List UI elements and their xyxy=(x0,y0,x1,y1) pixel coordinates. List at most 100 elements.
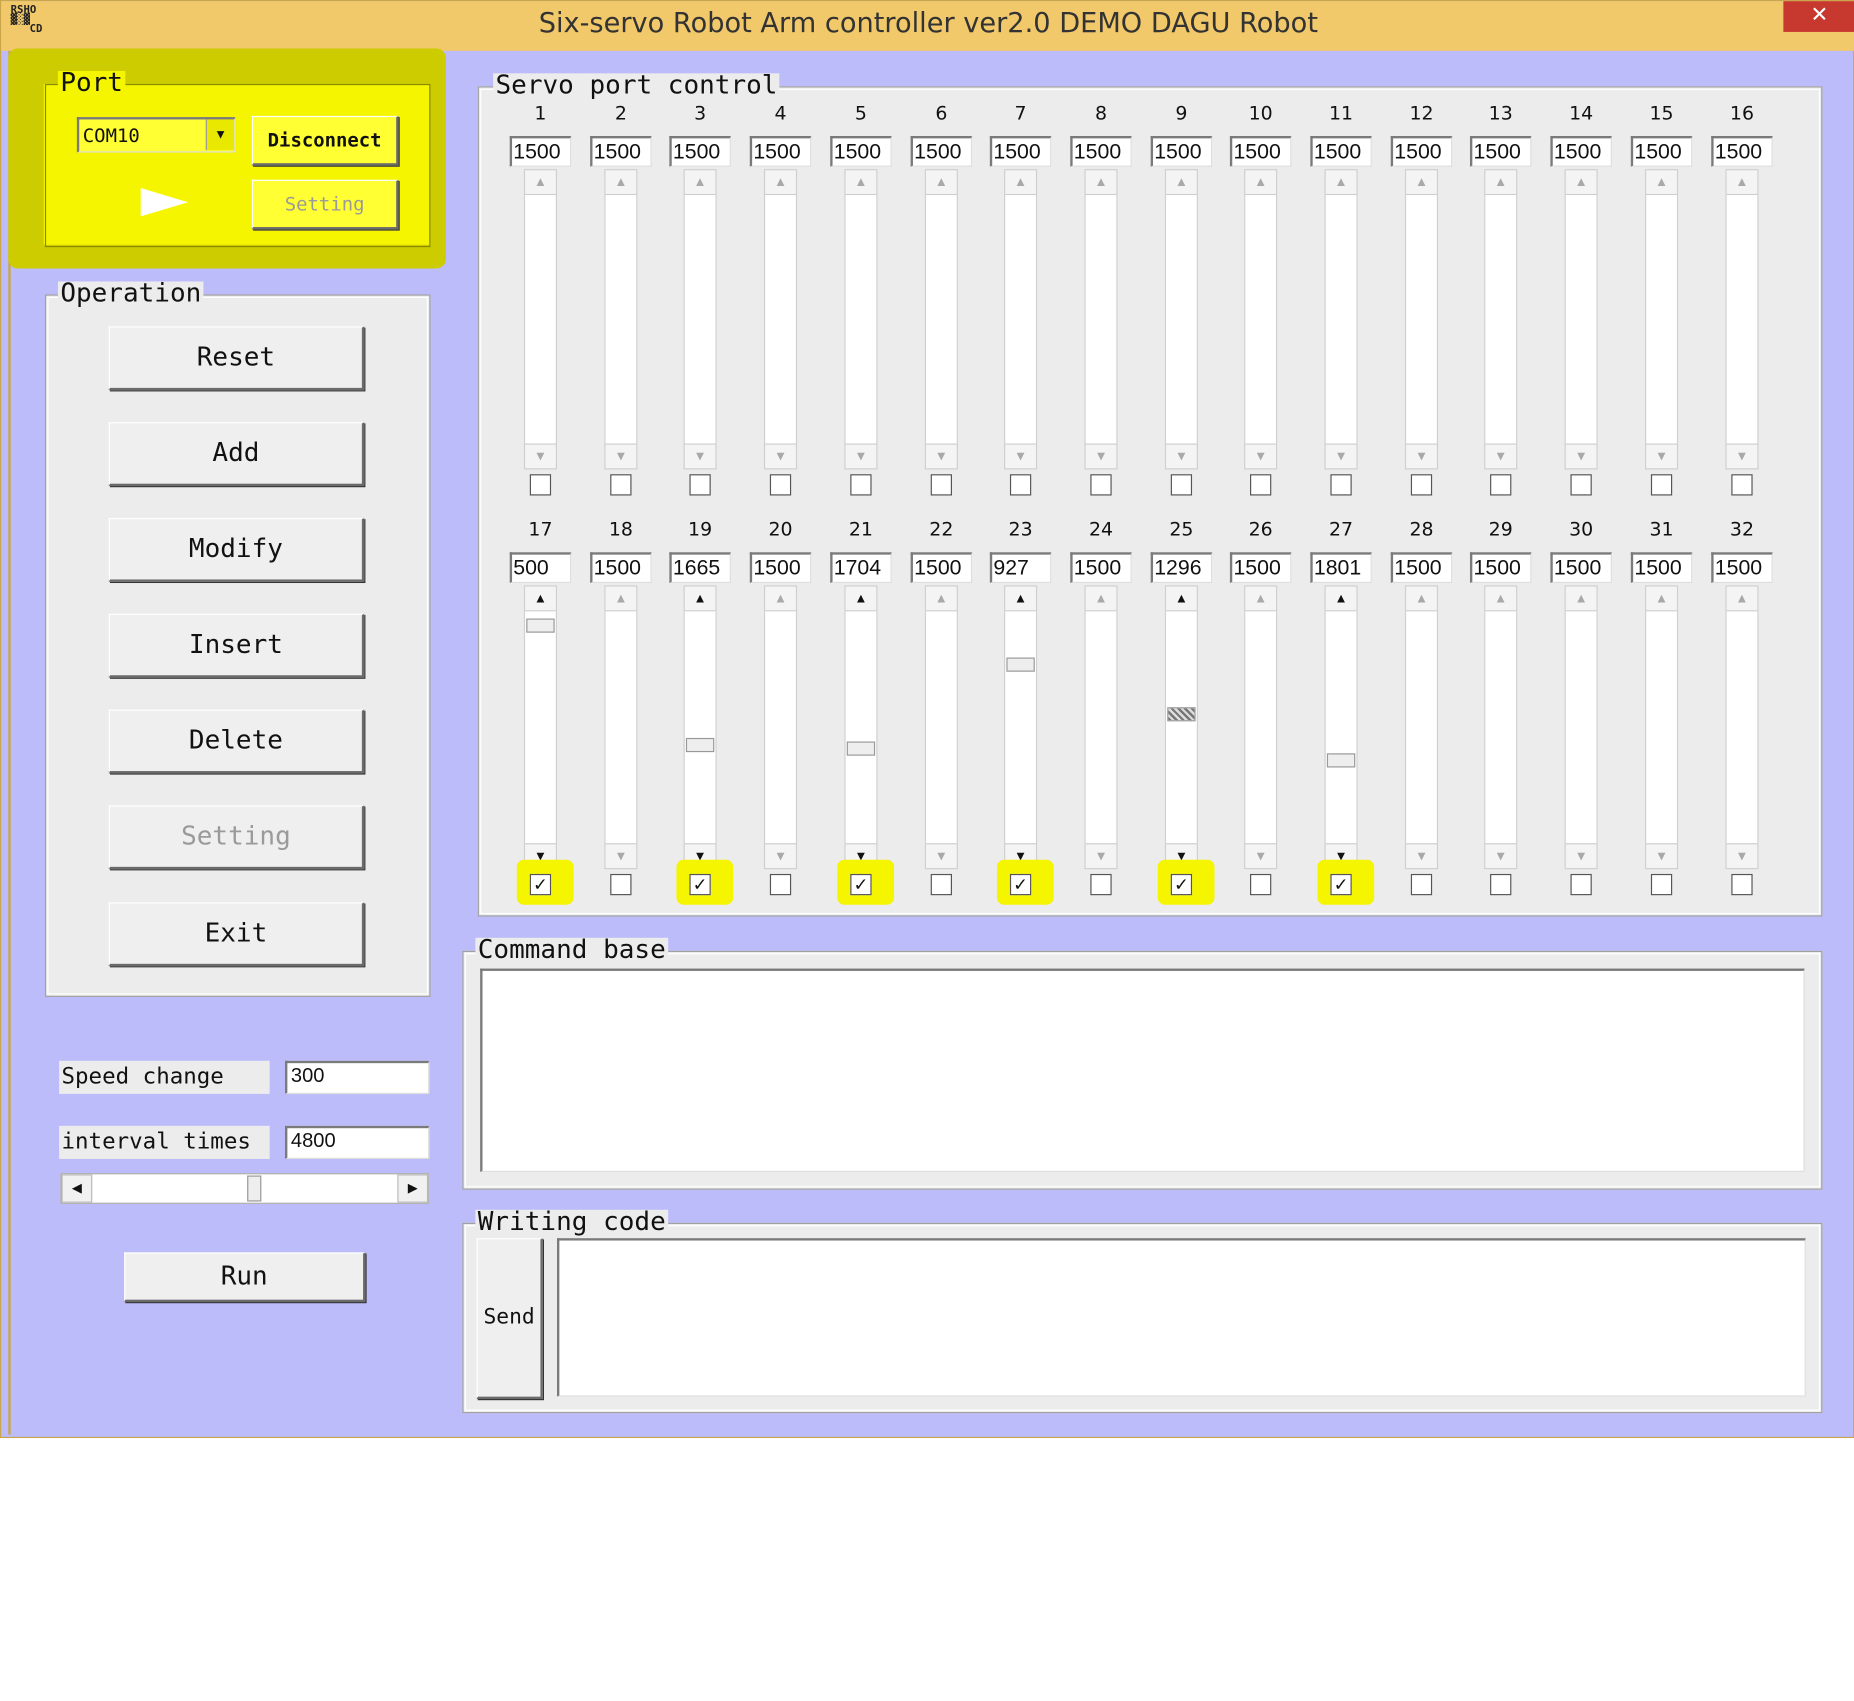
slider-track[interactable] xyxy=(1484,195,1518,444)
servo-enable-checkbox-8[interactable] xyxy=(1090,474,1112,496)
slider-track[interactable] xyxy=(1084,611,1118,844)
servo-enable-checkbox-21[interactable]: ✓ xyxy=(850,873,872,896)
slider-up-arrow-icon[interactable]: ▲ xyxy=(1004,585,1038,612)
servo-slider-1[interactable]: ▲ ▼ xyxy=(523,169,558,470)
slider-thumb[interactable] xyxy=(247,1175,262,1202)
servo-value-input-13[interactable]: 1500 xyxy=(1469,135,1532,167)
slider-track[interactable] xyxy=(1484,611,1518,844)
servo-enable-checkbox-10[interactable] xyxy=(1250,474,1272,496)
slider-track[interactable] xyxy=(1324,195,1358,444)
servo-slider-17[interactable]: ▲ ▼ xyxy=(523,585,558,870)
servo-value-input-1[interactable]: 1500 xyxy=(509,135,572,167)
servo-slider-3[interactable]: ▲ ▼ xyxy=(683,169,717,470)
exit-button[interactable]: Exit xyxy=(108,902,365,967)
servo-enable-checkbox-23[interactable]: ✓ xyxy=(1009,873,1032,896)
servo-value-input-12[interactable]: 1500 xyxy=(1390,135,1453,167)
slider-down-arrow-icon[interactable]: ▼ xyxy=(763,843,798,870)
slider-up-arrow-icon[interactable]: ▲ xyxy=(763,585,798,612)
slider-track[interactable] xyxy=(604,195,638,444)
slider-track[interactable] xyxy=(683,195,717,444)
slider-up-arrow-icon[interactable]: ▲ xyxy=(683,169,717,196)
servo-slider-25[interactable]: ▲ ▼ xyxy=(1164,585,1198,870)
servo-enable-checkbox-30[interactable] xyxy=(1570,873,1592,896)
slider-down-arrow-icon[interactable]: ▼ xyxy=(1244,843,1278,870)
slider-track[interactable] xyxy=(1564,195,1598,444)
com-port-select[interactable]: COM10 ▼ xyxy=(76,117,236,153)
close-button[interactable]: ✕ xyxy=(1783,1,1854,32)
operation-setting-button[interactable]: Setting xyxy=(108,805,365,870)
servo-slider-20[interactable]: ▲ ▼ xyxy=(763,585,798,870)
servo-enable-checkbox-26[interactable] xyxy=(1250,873,1272,896)
servo-value-input-30[interactable]: 1500 xyxy=(1550,552,1612,584)
servo-enable-checkbox-6[interactable] xyxy=(930,474,952,496)
slider-track[interactable] xyxy=(1644,195,1679,444)
servo-enable-checkbox-13[interactable] xyxy=(1490,474,1512,496)
servo-enable-checkbox-9[interactable] xyxy=(1170,474,1193,496)
servo-value-input-32[interactable]: 1500 xyxy=(1711,552,1773,584)
servo-slider-7[interactable]: ▲ ▼ xyxy=(1004,169,1038,470)
servo-slider-12[interactable]: ▲ ▼ xyxy=(1404,169,1439,470)
servo-slider-9[interactable]: ▲ ▼ xyxy=(1164,169,1198,470)
chevron-down-icon[interactable]: ▼ xyxy=(205,119,235,151)
servo-value-input-11[interactable]: 1500 xyxy=(1310,135,1372,167)
servo-enable-checkbox-11[interactable] xyxy=(1330,474,1352,496)
slider-up-arrow-icon[interactable]: ▲ xyxy=(523,585,558,612)
servo-slider-11[interactable]: ▲ ▼ xyxy=(1324,169,1358,470)
slider-track[interactable] xyxy=(523,611,558,844)
servo-slider-19[interactable]: ▲ ▼ xyxy=(683,585,717,870)
servo-slider-30[interactable]: ▲ ▼ xyxy=(1564,585,1598,870)
servo-slider-14[interactable]: ▲ ▼ xyxy=(1564,169,1598,470)
slider-track[interactable] xyxy=(1164,611,1198,844)
slider-track[interactable] xyxy=(763,611,798,844)
slider-thumb[interactable] xyxy=(1167,707,1196,722)
servo-slider-32[interactable]: ▲ ▼ xyxy=(1725,585,1759,870)
slider-down-arrow-icon[interactable]: ▼ xyxy=(924,843,958,870)
servo-value-input-23[interactable]: 927 xyxy=(989,552,1052,584)
servo-slider-15[interactable]: ▲ ▼ xyxy=(1644,169,1679,470)
slider-track[interactable] xyxy=(1244,195,1278,444)
slider-track[interactable] xyxy=(1004,611,1038,844)
servo-enable-checkbox-20[interactable] xyxy=(769,873,792,896)
slider-track[interactable] xyxy=(1725,611,1759,844)
slider-track[interactable] xyxy=(924,611,958,844)
slider-track[interactable] xyxy=(1004,195,1038,444)
servo-enable-checkbox-2[interactable] xyxy=(610,474,632,496)
slider-up-arrow-icon[interactable]: ▲ xyxy=(1164,585,1198,612)
slider-track[interactable] xyxy=(844,195,878,444)
slider-track[interactable] xyxy=(1084,195,1118,444)
servo-enable-checkbox-15[interactable] xyxy=(1650,474,1673,496)
servo-slider-21[interactable]: ▲ ▼ xyxy=(844,585,878,870)
slider-up-arrow-icon[interactable]: ▲ xyxy=(1644,585,1679,612)
servo-value-input-3[interactable]: 1500 xyxy=(669,135,731,167)
slider-up-arrow-icon[interactable]: ▲ xyxy=(1484,169,1518,196)
servo-slider-4[interactable]: ▲ ▼ xyxy=(763,169,798,470)
slider-thumb[interactable] xyxy=(1006,657,1035,672)
slider-down-arrow-icon[interactable]: ▼ xyxy=(924,443,958,470)
slider-down-arrow-icon[interactable]: ▼ xyxy=(604,443,638,470)
add-button[interactable]: Add xyxy=(108,422,365,487)
servo-enable-checkbox-27[interactable]: ✓ xyxy=(1330,873,1352,896)
slider-track[interactable] xyxy=(1324,611,1358,844)
slider-up-arrow-icon[interactable]: ▲ xyxy=(604,169,638,196)
servo-value-input-31[interactable]: 1500 xyxy=(1630,552,1693,584)
slider-down-arrow-icon[interactable]: ▼ xyxy=(604,843,638,870)
servo-enable-checkbox-1[interactable] xyxy=(529,474,552,496)
slider-up-arrow-icon[interactable]: ▲ xyxy=(1564,169,1598,196)
servo-value-input-29[interactable]: 1500 xyxy=(1469,552,1532,584)
slider-right-arrow[interactable]: ▶ xyxy=(397,1174,429,1203)
servo-slider-27[interactable]: ▲ ▼ xyxy=(1324,585,1358,870)
servo-enable-checkbox-24[interactable] xyxy=(1090,873,1112,896)
slider-up-arrow-icon[interactable]: ▲ xyxy=(1084,585,1118,612)
slider-up-arrow-icon[interactable]: ▲ xyxy=(1484,585,1518,612)
slider-down-arrow-icon[interactable]: ▼ xyxy=(1564,443,1598,470)
servo-enable-checkbox-28[interactable] xyxy=(1410,873,1433,896)
servo-enable-checkbox-31[interactable] xyxy=(1650,873,1673,896)
servo-enable-checkbox-32[interactable] xyxy=(1731,873,1753,896)
slider-down-arrow-icon[interactable]: ▼ xyxy=(1244,443,1278,470)
disconnect-button[interactable]: Disconnect xyxy=(251,115,399,166)
servo-enable-checkbox-4[interactable] xyxy=(769,474,792,496)
slider-down-arrow-icon[interactable]: ▼ xyxy=(1004,443,1038,470)
servo-enable-checkbox-12[interactable] xyxy=(1410,474,1433,496)
servo-value-input-25[interactable]: 1296 xyxy=(1150,552,1213,584)
slider-down-arrow-icon[interactable]: ▼ xyxy=(1484,843,1518,870)
